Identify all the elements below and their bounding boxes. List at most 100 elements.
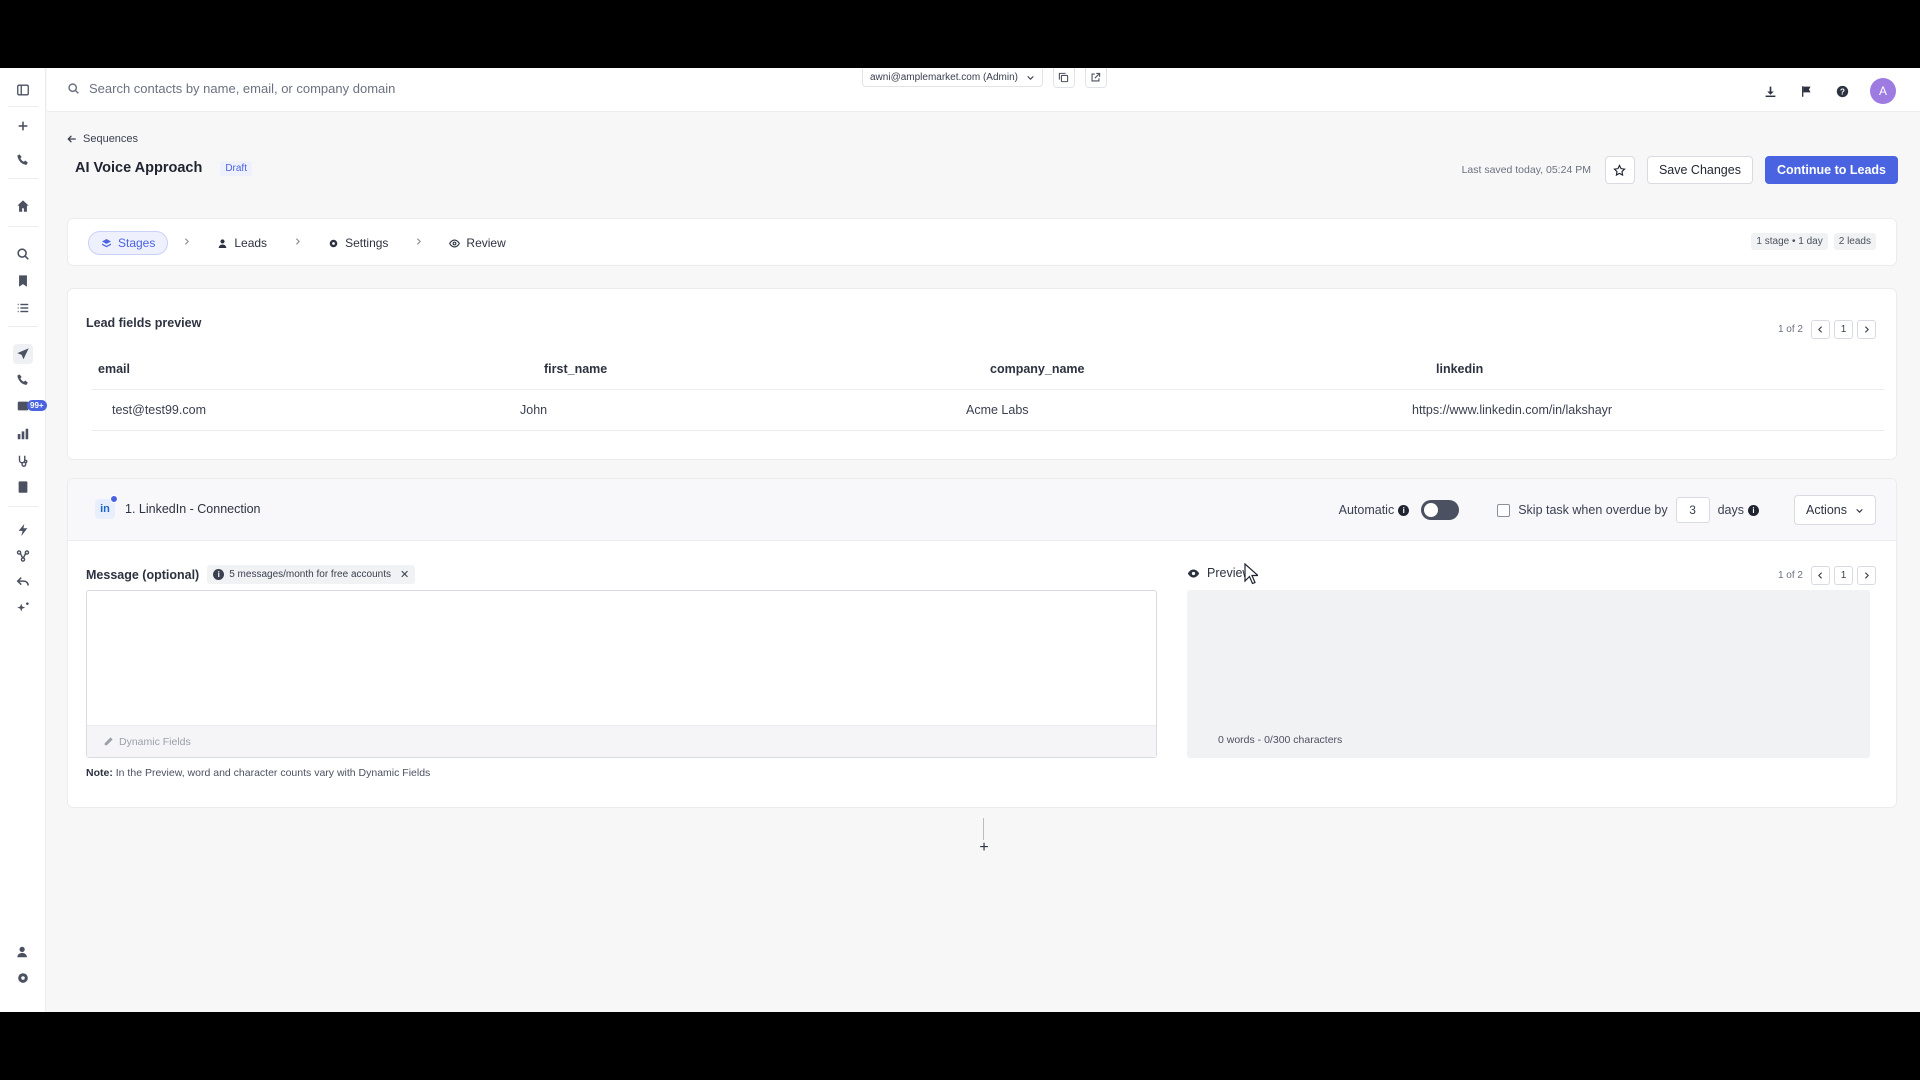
save-changes-button[interactable]: Save Changes [1646,156,1753,184]
tab-leads[interactable]: Leads [205,232,279,254]
search-icon [68,83,79,94]
gear-icon[interactable] [13,968,33,988]
days-label: days [1717,503,1744,517]
pager-text: 1 of 2 [1777,324,1803,335]
open-external-button[interactable] [1084,68,1107,88]
lead-count-badge: 2 leads [1833,233,1876,250]
bookmark-icon[interactable] [13,271,33,291]
tab-settings[interactable]: Settings [316,232,400,254]
chevron-right-icon [182,237,191,249]
tab-stages-label: Stages [118,236,156,250]
phone-icon[interactable] [13,150,33,170]
layers-icon [102,238,111,247]
page-number: 1 [1834,566,1853,585]
close-icon[interactable]: ✕ [400,568,409,581]
tab-review[interactable]: Review [437,232,517,254]
main-content: Sequences AI Voice Approach Draft Last s… [47,112,1920,1012]
last-saved-text: Last saved today, 05:24 PM [1461,164,1591,176]
overdue-days-input[interactable]: 3 [1675,497,1710,523]
note-bold: Note: [86,767,113,779]
prev-page-button[interactable] [1811,566,1830,585]
lightning-icon[interactable] [13,520,33,540]
tab-leads-label: Leads [234,236,268,250]
plus-icon[interactable] [13,116,33,136]
account-select[interactable]: awni@amplemarket.com (Admin) [862,69,1043,87]
word-count: 0 words - 0/300 characters [1218,734,1343,746]
dynamic-fields-button[interactable]: Dynamic Fields [119,736,191,748]
list-icon[interactable] [13,298,33,318]
toggle-sidebar-icon[interactable] [13,80,33,100]
user-settings-icon[interactable] [13,942,33,962]
automatic-label: Automatic [1338,503,1395,517]
lead-fields-title: Lead fields preview [86,316,202,330]
message-preview: 0 words - 0/300 characters [1187,590,1870,758]
contacts-book-icon[interactable] [13,477,33,497]
analytics-icon[interactable] [13,424,33,444]
info-icon: i [213,569,225,580]
account-label: awni@amplemarket.com (Admin) [870,72,1018,83]
pencil-icon [104,737,113,746]
add-step-button[interactable]: + [974,838,994,858]
header-actions: Last saved today, 05:24 PM Save Changes … [1462,156,1898,184]
send-icon[interactable] [13,344,33,364]
chevron-right-icon [1864,326,1869,333]
lead-fields-preview: Lead fields preview 1 of 2 1 email first… [67,288,1897,460]
title-row: AI Voice Approach Draft [75,160,252,176]
home-icon[interactable] [13,196,33,216]
step-title: 1. LinkedIn - Connection [125,502,261,516]
next-page-button[interactable] [1857,566,1876,585]
favorite-button[interactable] [1604,156,1635,184]
continue-to-leads-button[interactable]: Continue to Leads [1764,156,1898,184]
table-header: email first_name company_name linkedin [98,355,1878,383]
info-icon[interactable]: i [1748,504,1759,516]
tab-stages[interactable]: Stages [88,231,169,255]
chevron-down-icon [1856,508,1863,513]
sparkle-icon[interactable] [13,598,33,618]
actions-dropdown[interactable]: Actions [1794,495,1876,525]
sequence-steps-bar: Stages Leads Settings Review 1 stage • 1… [67,218,1897,266]
user-avatar[interactable]: A [1870,78,1896,104]
actions-label: Actions [1806,503,1847,517]
call-icon[interactable] [13,370,33,390]
download-icon[interactable] [1762,83,1778,99]
inbox-badge: 99+ [27,400,47,411]
global-search[interactable]: Search contacts by name, email, or compa… [67,81,395,96]
back-label: Sequences [83,133,139,145]
step-header: in 1. LinkedIn - Connection Automatic i … [68,479,1896,541]
note-text: In the Preview, word and character count… [112,767,431,779]
flag-icon[interactable] [1798,83,1814,99]
column-header: first_name [544,362,608,376]
mouse-cursor-icon [1244,563,1258,585]
help-icon[interactable]: ? [1834,83,1850,99]
copy-button[interactable] [1052,68,1075,88]
arrow-left-icon [67,135,76,143]
search-icon[interactable] [13,244,33,264]
back-to-sequences-link[interactable]: Sequences [67,133,138,145]
app-window: 99+ Search contacts by name, email, or c… [0,68,1920,1012]
cell-email: test@test99.com [112,403,206,417]
linkedin-connection-step: in 1. LinkedIn - Connection Automatic i … [67,478,1897,808]
info-icon[interactable]: i [1398,504,1410,516]
next-page-button[interactable] [1857,320,1876,339]
skip-overdue-checkbox[interactable] [1497,503,1511,517]
gear-icon [329,239,338,247]
copy-icon [1059,72,1069,83]
stage-count-badge: 1 stage • 1 day [1751,233,1828,250]
step-tabs: Stages Leads Settings Review [88,231,518,255]
preview-note: Note: In the Preview, word and character… [86,767,430,779]
pager-text: 1 of 2 [1777,570,1803,581]
left-sidebar: 99+ [0,68,47,1012]
automatic-toggle[interactable] [1421,500,1460,520]
skip-label: Skip task when overdue by [1518,503,1668,517]
status-badge: Draft [220,160,252,176]
step-controls: Automatic i Skip task when overdue by 3 … [1339,495,1876,525]
chevron-down-icon [1027,75,1034,80]
search-placeholder: Search contacts by name, email, or compa… [89,81,396,96]
sequence-meta: 1 stage • 1 day 2 leads [1751,233,1876,250]
reply-icon[interactable] [13,572,33,592]
eye-icon [1187,568,1200,578]
workflow-icon[interactable] [13,546,33,566]
message-textarea[interactable]: Dynamic Fields [86,590,1157,758]
stethoscope-icon[interactable] [13,451,33,471]
prev-page-button[interactable] [1811,320,1830,339]
